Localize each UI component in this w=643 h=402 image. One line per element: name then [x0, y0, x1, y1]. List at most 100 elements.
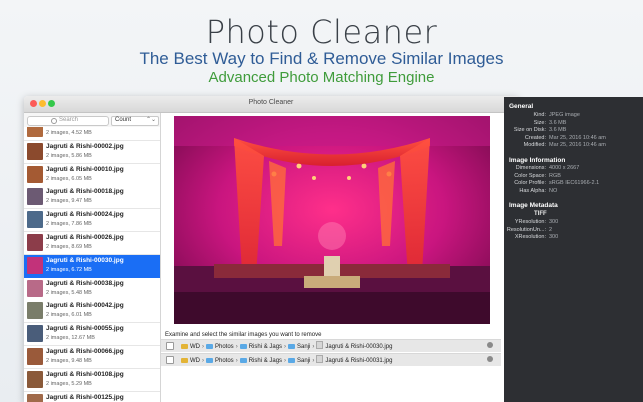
match-row[interactable]: WD › Photos › Rishi & Jags › Sanji › Jagruti & R… [161, 353, 501, 366]
item-detail: 2 images, 7.86 MB [46, 221, 92, 228]
list-item[interactable]: Jagruti & Rishi-00010.jpg 2 images, 6.05 … [24, 163, 160, 187]
item-name: Jagruti & Rishi-00018.jpg [46, 188, 124, 196]
file-name: Jagruti & Rishi-00030.jpg [325, 344, 393, 350]
list-item[interactable]: Jagruti & Rishi-00042.jpg 2 images, 6.01 … [24, 300, 160, 324]
item-detail: 2 images, 4.52 MB [46, 130, 92, 136]
chevron-updown-icon: ⌃⌄ [145, 117, 156, 123]
window-title: Photo Cleaner [248, 99, 294, 106]
list-item[interactable]: Jagruti & Rishi-00003.jpg2 images, 4.52 … [24, 127, 160, 141]
list-item[interactable]: Jagruti & Rishi-00066.jpg 2 images, 9.48 … [24, 346, 160, 369]
info-row: Created: Mar 25, 2016 10:46 am [504, 135, 643, 142]
item-detail: 2 images, 5.48 MB [46, 289, 92, 296]
chevron-right-icon: › [284, 358, 287, 364]
list-item[interactable]: Jagruti & Rishi-00018.jpg 2 images, 9.47 … [24, 186, 160, 210]
general-heading: General [509, 103, 534, 110]
info-row: Dimensions: 4000 x 2667 [504, 165, 643, 172]
chevron-right-icon: › [202, 358, 204, 364]
list-item[interactable]: Jagruti & Rishi-00024.jpg 2 images, 7.86 … [24, 209, 160, 233]
hero-title: Photo Cleaner [205, 13, 438, 51]
title-bar: Photo Cleaner [24, 96, 518, 113]
info-key: Created: [524, 134, 546, 141]
info-value: JPEG image [549, 112, 580, 118]
info-value: 3.6 MB [549, 127, 567, 133]
file-icon [316, 341, 324, 349]
folder-icon [181, 357, 188, 363]
chevron-right-icon: › [312, 344, 315, 350]
item-name: Jagruti & Rishi-00125.jpg [46, 393, 124, 401]
item-name: Jagruti & Rishi-00024.jpg [46, 211, 124, 219]
info-key: Has Alpha: [519, 187, 546, 194]
file-path: WD › Photos › Rishi & Jags › Sanji › Jagruti & R… [181, 355, 392, 364]
select-checkbox[interactable] [166, 342, 174, 350]
info-row: Size on Disk: 3.6 MB [504, 127, 643, 134]
list-item[interactable]: Jagruti & Rishi-00125.jpg [24, 391, 160, 402]
thumbnail [27, 165, 43, 183]
info-key: YResolution: [514, 219, 546, 225]
path-segment: Sanji [297, 344, 311, 350]
thumbnail [27, 325, 43, 343]
item-detail: 2 images, 6.01 MB [46, 312, 92, 319]
path-segment: Sanji [297, 358, 311, 364]
item-name: Jagruti & Rishi-00108.jpg [46, 370, 124, 378]
list-item[interactable]: Jagruti & Rishi-00030.jpg 2 images, 6.72 … [24, 254, 160, 278]
app-window: Photo Cleaner Search Count ⌃⌄ Jagruti & … [24, 96, 518, 402]
folder-icon [288, 343, 296, 349]
thumbnail [27, 302, 43, 320]
reveal-icon[interactable] [487, 342, 493, 348]
info-value: 300 [549, 234, 559, 240]
item-name: Jagruti & Rishi-00042.jpg [46, 302, 124, 310]
item-detail: 2 images, 12.67 MB [46, 335, 95, 342]
hero-tagline: Advanced Photo Matching Engine [208, 69, 435, 86]
item-detail: 2 images, 9.48 MB [46, 358, 92, 364]
item-detail: 2 images, 5.29 MB [46, 380, 92, 387]
list-item[interactable]: Jagruti & Rishi-00026.jpg 2 images, 8.69 … [24, 232, 160, 255]
item-name: Jagruti & Rishi-00026.jpg [46, 234, 124, 241]
thumbnail [27, 127, 43, 137]
path-segment: WD [190, 344, 200, 350]
info-value: Mar 25, 2016 10:46 am [549, 142, 606, 148]
hero-banner: Photo Cleaner The Best Way to Find & Rem… [0, 0, 643, 96]
info-panel: General Kind: JPEG image Size: 3.6 MB Size o… [504, 97, 643, 402]
thumbnail [27, 348, 43, 365]
item-detail: 2 images, 6.05 MB [46, 175, 92, 182]
info-key: Dimensions: [515, 165, 546, 171]
folder-icon [239, 357, 247, 363]
info-value: Mar 25, 2016 10:46 am [549, 134, 606, 141]
item-name: Jagruti & Rishi-00010.jpg [46, 165, 124, 173]
info-value: 4000 x 2667 [549, 165, 580, 171]
metadata-subheading: TIFF [534, 211, 547, 217]
item-detail: 2 images, 6.72 MB [46, 266, 92, 273]
list-item[interactable]: Jagruti & Rishi-00002.jpg 2 images, 5.86 … [24, 140, 160, 164]
list-item[interactable]: Jagruti & Rishi-00038.jpg 2 images, 5.48 … [24, 277, 160, 301]
item-name: Jagruti & Rishi-00066.jpg [46, 348, 124, 355]
folder-icon [288, 357, 296, 363]
image-info-heading: Image Information [509, 157, 566, 164]
sort-select[interactable]: Count ⌃⌄ [111, 116, 159, 126]
select-checkbox[interactable] [166, 356, 174, 364]
search-placeholder: Search [59, 117, 79, 123]
item-detail: 2 images, 5.86 MB [46, 152, 92, 159]
group-list: Jagruti & Rishi-00003.jpg2 images, 4.52 … [24, 127, 160, 402]
item-detail: 2 images, 8.69 MB [46, 244, 92, 250]
path-segment: Rishi & Jags [248, 358, 283, 364]
info-row: Has Alpha: NO [504, 188, 643, 195]
info-row: YResolution: 300 [504, 219, 643, 226]
info-value: 3.6 MB [549, 119, 567, 126]
info-row: Color Space: RGB [504, 173, 643, 180]
chevron-right-icon: › [235, 344, 238, 350]
metadata-heading: Image Metadata [509, 202, 558, 209]
path-segment: Photos [215, 344, 234, 350]
match-row[interactable]: WD › Photos › Rishi & Jags › Sanji › Jagruti & R… [161, 339, 501, 352]
info-value: RGB [549, 172, 561, 179]
info-row: Modified: Mar 25, 2016 10:46 am [504, 142, 643, 149]
list-item[interactable]: Jagruti & Rishi-00055.jpg 2 images, 12.67… [24, 323, 160, 347]
list-item[interactable]: Jagruti & Rishi-00108.jpg 2 images, 5.29 … [24, 368, 160, 392]
file-path: WD › Photos › Rishi & Jags › Sanji › Jagruti & R… [181, 341, 392, 350]
image-preview [174, 116, 490, 324]
reveal-icon[interactable] [487, 356, 493, 362]
sidebar-toolbar: Search Count ⌃⌄ [24, 113, 160, 127]
thumbnail [27, 211, 43, 229]
search-input[interactable]: Search [27, 116, 109, 126]
info-key: Size on Disk: [513, 127, 546, 133]
path-segment: Rishi & Jags [248, 344, 283, 350]
